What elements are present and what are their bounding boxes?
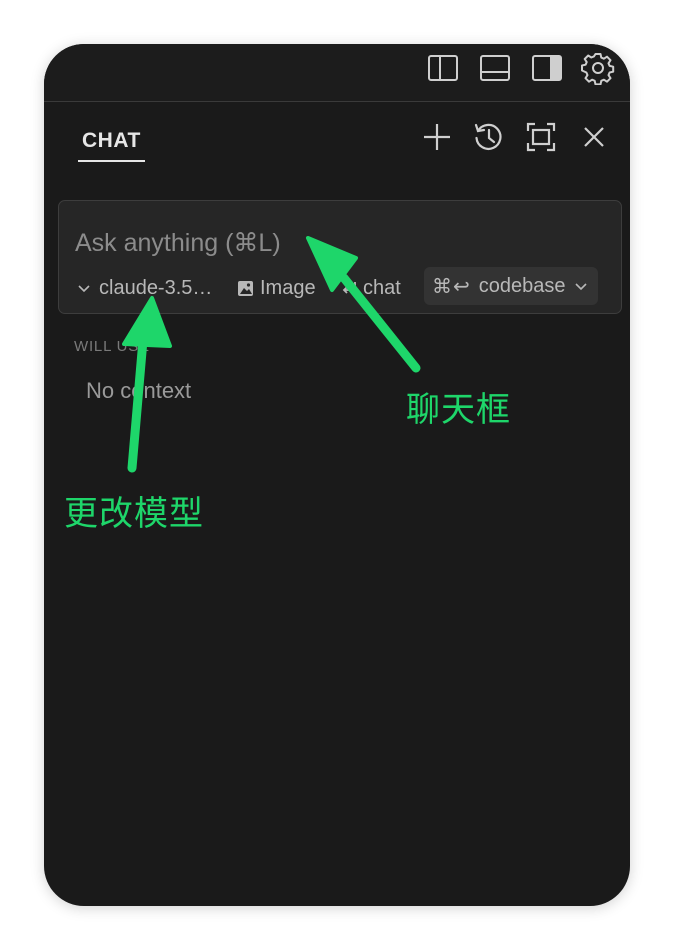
chat-mode-button[interactable]: chat	[339, 273, 401, 303]
chat-header: CHAT	[44, 102, 630, 172]
chat-box-annotation-label: 聊天框	[406, 390, 511, 430]
change-model-annotation-label: 更改模型	[64, 494, 204, 534]
maximize-icon[interactable]	[524, 120, 558, 154]
codebase-button[interactable]: ⌘↩ codebase	[424, 267, 598, 305]
history-icon[interactable]	[472, 120, 506, 154]
codebase-label: codebase	[478, 274, 566, 297]
plus-icon[interactable]	[420, 120, 454, 154]
chat-mode-label: chat	[363, 276, 401, 299]
chevron-down-icon	[574, 283, 587, 291]
sidebar-right-icon[interactable]	[530, 51, 564, 85]
image-icon	[238, 280, 253, 296]
panel-bottom-icon[interactable]	[478, 51, 512, 85]
chat-window: CHAT Ask anything (⌘L) claude-3.5-s Imag…	[44, 44, 630, 906]
chevron-down-icon	[78, 285, 90, 293]
tab-chat[interactable]: CHAT	[78, 124, 145, 162]
context-empty-text: No context	[86, 378, 192, 403]
chat-input-box: claude-3.5-sonnet Image chat ⌘↩ codebase	[58, 200, 622, 314]
model-selector[interactable]: claude-3.5-sonnet	[77, 273, 219, 303]
close-icon[interactable]	[577, 120, 611, 154]
enter-icon	[342, 282, 356, 294]
codebase-shortcut: ⌘↩	[432, 275, 471, 298]
gear-icon[interactable]	[581, 51, 615, 85]
title-bar	[44, 44, 630, 102]
model-selector-label: claude-3.5-sonnet	[99, 276, 219, 299]
image-button[interactable]: Image	[237, 273, 316, 303]
context-heading: WILL USE	[74, 338, 150, 355]
chat-input[interactable]	[75, 223, 555, 263]
image-button-label: Image	[260, 276, 316, 299]
sidebar-left-icon[interactable]	[426, 51, 460, 85]
